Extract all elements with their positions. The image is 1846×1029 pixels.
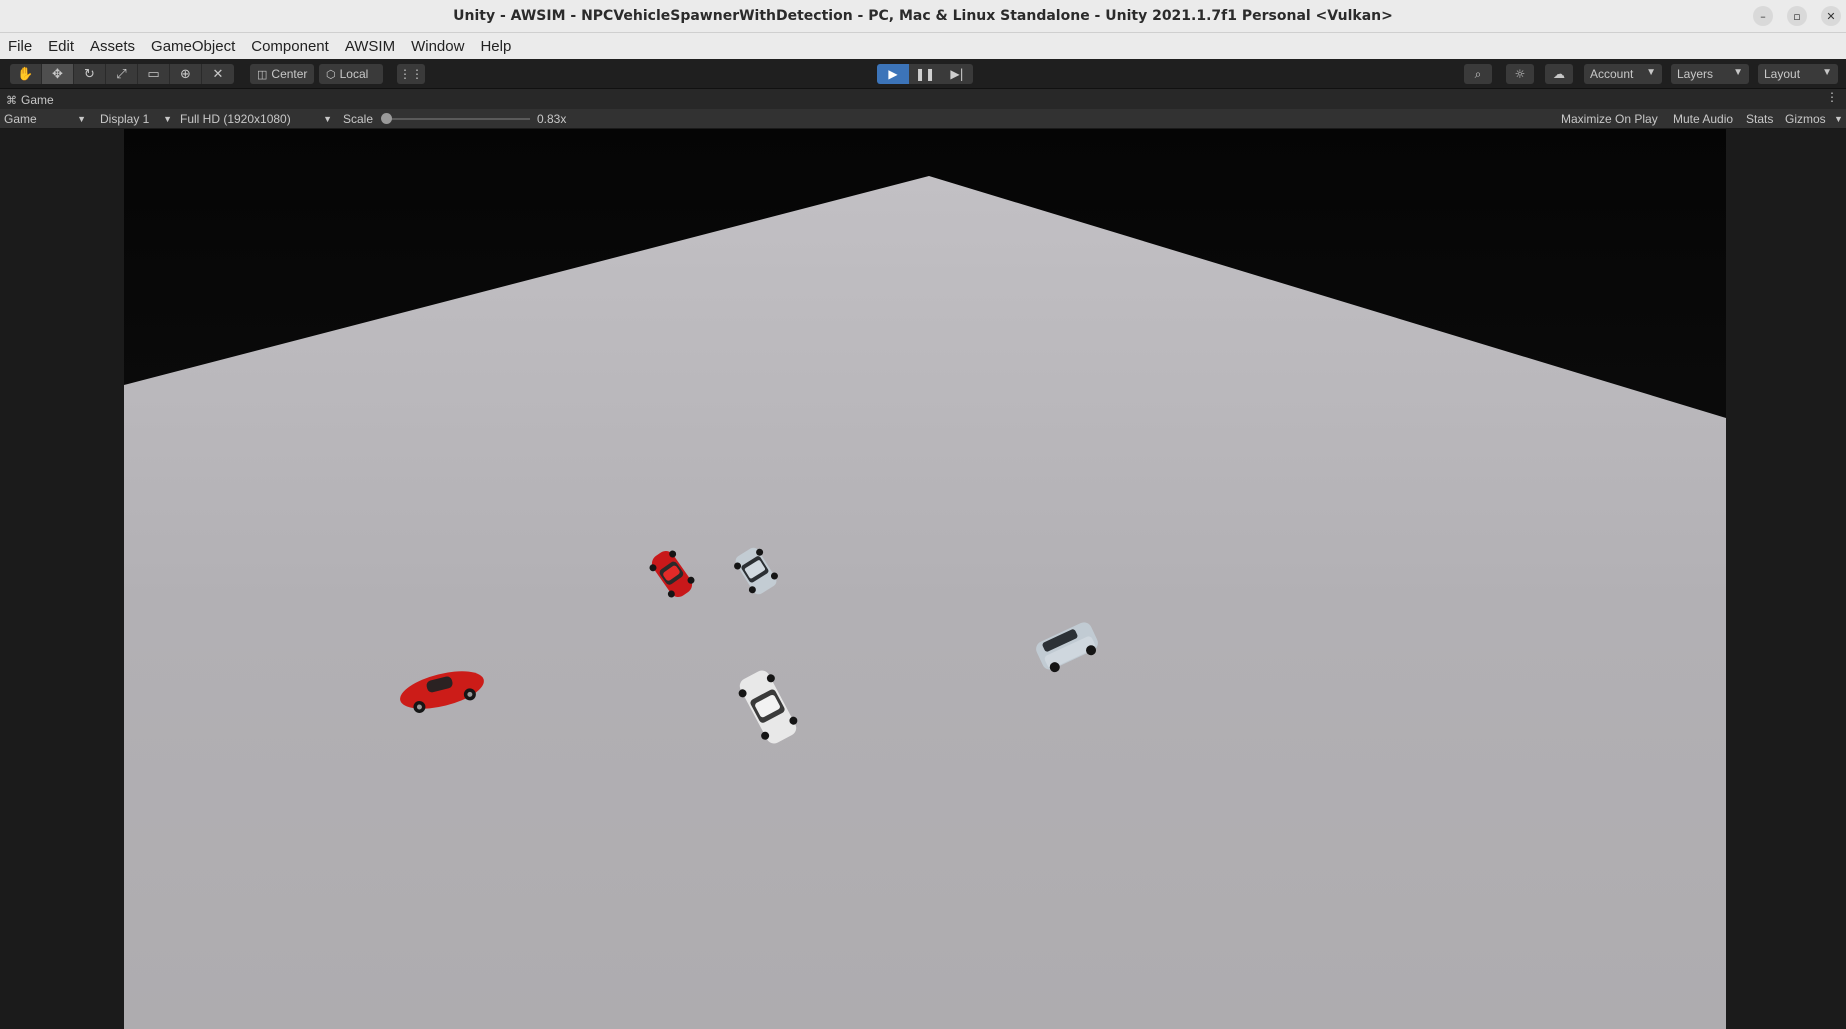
space-local-button[interactable]: ⬡ Local <box>319 64 383 84</box>
gamepad-icon: ⌘ <box>6 94 17 107</box>
rect-icon[interactable]: ▭ <box>138 64 170 84</box>
menu-window[interactable]: Window <box>411 38 464 55</box>
play-button[interactable]: ▶ <box>877 64 909 84</box>
account-dropdown[interactable]: Account ▼ <box>1584 64 1662 84</box>
tab-bar: ⌘ Game ⋮ <box>0 89 1846 109</box>
tab-game-label: Game <box>21 93 54 107</box>
pause-button[interactable]: ❚❚ <box>909 64 941 84</box>
transform-tools: ✋ ✥ ↻ ⤢ ▭ ⊕ ✕ <box>10 64 234 84</box>
menu-file[interactable]: File <box>8 38 32 55</box>
menu-assets[interactable]: Assets <box>90 38 135 55</box>
menu-bar: File Edit Assets GameObject Component AW… <box>0 33 1846 59</box>
gizmos-toggle[interactable]: Gizmos <box>1785 109 1826 129</box>
layout-dropdown[interactable]: Layout ▼ <box>1758 64 1838 84</box>
menu-help[interactable]: Help <box>480 38 511 55</box>
chevron-down-icon: ▼ <box>1822 67 1832 78</box>
space-label: Local <box>339 67 369 81</box>
hand-icon[interactable]: ✋ <box>10 64 42 84</box>
game-viewport[interactable] <box>124 129 1726 1029</box>
scale-icon[interactable]: ⤢ <box>106 64 138 84</box>
main-toolbar: ✋ ✥ ↻ ⤢ ▭ ⊕ ✕ ◫ Center ⬡ Local ⋮⋮ ▶ ❚❚ ▶… <box>0 59 1846 89</box>
cube-icon: ⬡ <box>326 68 336 81</box>
restore-icon[interactable]: ▫ <box>1787 6 1807 26</box>
chevron-down-icon: ▼ <box>77 114 86 124</box>
maximize-on-play-toggle[interactable]: Maximize On Play <box>1561 109 1658 129</box>
scale-label: Scale <box>343 112 374 126</box>
stats-toggle[interactable]: Stats <box>1746 109 1773 129</box>
game-view-bar: Game ▼ Display 1 ▼ Full HD (1920x1080) ▼… <box>0 109 1846 129</box>
display-label: Display 1 <box>100 112 150 126</box>
gizmos-chevron-down-icon[interactable]: ▼ <box>1834 109 1843 129</box>
resolution-label: Full HD (1920x1080) <box>180 112 291 126</box>
view-mode-label: Game <box>4 112 37 126</box>
scale-slider-track[interactable] <box>385 118 530 120</box>
minimize-icon[interactable]: – <box>1753 6 1773 26</box>
collab-icon[interactable]: ☼ <box>1506 64 1534 84</box>
rotate-icon[interactable]: ↻ <box>74 64 106 84</box>
tab-game[interactable]: ⌘ Game <box>6 91 54 109</box>
layers-dropdown[interactable]: Layers ▼ <box>1671 64 1749 84</box>
resolution-dropdown[interactable]: Full HD (1920x1080) ▼ <box>180 109 334 129</box>
chevron-down-icon: ▼ <box>163 114 172 124</box>
pivot-center-button[interactable]: ◫ Center <box>250 64 314 84</box>
mute-audio-toggle[interactable]: Mute Audio <box>1673 109 1733 129</box>
layers-label: Layers <box>1677 67 1714 81</box>
chevron-down-icon: ▼ <box>1646 67 1656 78</box>
layout-label: Layout <box>1764 67 1801 81</box>
pivot-label: Center <box>271 67 308 81</box>
display-dropdown[interactable]: Display 1 ▼ <box>100 109 174 129</box>
custom-tool-icon[interactable]: ✕ <box>202 64 234 84</box>
cloud-icon[interactable]: ☁ <box>1545 64 1573 84</box>
search-icon[interactable]: ⌕ <box>1464 64 1492 84</box>
move-icon[interactable]: ✥ <box>42 64 74 84</box>
transform-icon[interactable]: ⊕ <box>170 64 202 84</box>
window-title: Unity - AWSIM - NPCVehicleSpawnerWithDet… <box>453 8 1393 24</box>
menu-awsim[interactable]: AWSIM <box>345 38 395 55</box>
kebab-menu-icon[interactable]: ⋮ <box>1826 90 1838 104</box>
pivot-icon: ◫ <box>257 68 268 81</box>
title-bar: Unity - AWSIM - NPCVehicleSpawnerWithDet… <box>0 0 1846 33</box>
account-label: Account <box>1590 67 1634 81</box>
view-mode-dropdown[interactable]: Game ▼ <box>4 109 88 129</box>
grid-snap-icon[interactable]: ⋮⋮ <box>397 64 425 84</box>
menu-gameobject[interactable]: GameObject <box>151 38 235 55</box>
menu-edit[interactable]: Edit <box>48 38 74 55</box>
scene-render <box>124 129 1726 1029</box>
menu-component[interactable]: Component <box>251 38 329 55</box>
close-icon[interactable]: ✕ <box>1821 6 1841 26</box>
scale-value: 0.83x <box>537 112 567 126</box>
chevron-down-icon: ▼ <box>1733 67 1743 78</box>
scale-slider-handle[interactable] <box>381 113 392 124</box>
chevron-down-icon: ▼ <box>323 114 332 124</box>
step-button[interactable]: ▶| <box>941 64 973 84</box>
